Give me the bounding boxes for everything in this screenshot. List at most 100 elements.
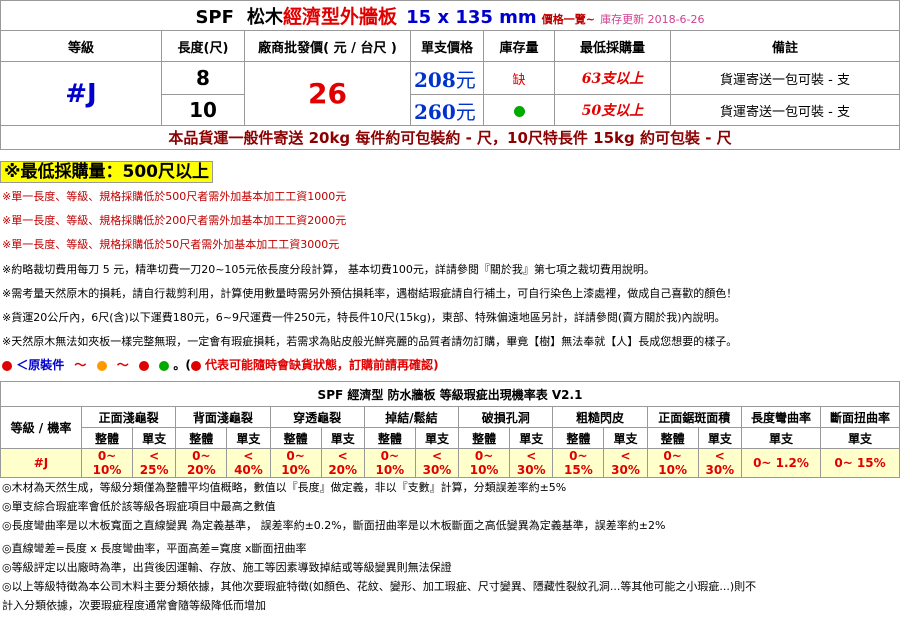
value-cell: < 25% [132,448,177,478]
header-remark: 備註 [670,30,900,62]
value-cell: < 30% [509,448,554,478]
sub-header: 整體 [269,427,322,449]
sub-header: 單支 [414,427,460,449]
length-cell: 10 [161,94,245,126]
value-cell: < 40% [226,448,271,478]
unit-price-unit: 元 [455,67,476,92]
remark-cell: 貨運寄送一包可裝 - 支 [670,61,900,95]
sub-header: 單支 [509,427,554,449]
price-header-row: 等級 長度(尺) 廠商批發價( 元 / 台尺 ) 單支價格 庫存量 最低採購量 … [0,30,900,62]
stock-cell: 缺 [483,61,555,95]
sub-header: 單支 [603,427,648,449]
wholesale-price: 26 [244,61,411,126]
header-stock: 庫存量 [483,30,555,62]
col-header: 掉結/鬆結 [363,406,460,428]
defect-sub-row: 整體 單支 整體 單支 整體 單支 整體 單支 整體 單支 整體 單支 整體 單… [1,427,900,449]
value-cell: 0~ 15% [552,448,605,478]
footnote: ◎以上等級特徵為本公司木料主要分類依據，其他次要瑕疵特徵(如顏色、花紋、變形、加… [2,580,757,593]
defect-title: SPF 經濟型 防水牆板 等級瑕疵出現機率表 V2.1 [0,381,900,407]
col-header: 正面淺龜裂 [80,406,177,428]
footnote: ◎等級評定以出廠時為準，出貨後因運輸、存放、施工等因素導致掉結或等級變異則無法保… [2,561,452,574]
unit-price-cell: 260元 [410,94,484,126]
in-stock-dot-icon [513,105,525,117]
red-note: ※單一長度、等級、規格採購低於500尺者需外加基本加工工資1000元 [2,190,347,203]
sub-header: 單支 [741,427,821,449]
col-header: 斷面扭曲率 [820,406,900,428]
value-cell: < 20% [320,448,365,478]
header-length: 長度(尺) [161,30,245,62]
col-header: 破損孔洞 [458,406,554,428]
sub-header: 整體 [552,427,605,449]
shipping-banner-text: 本品貨運一般件寄送 20kg 每件約可包裝約 - 尺，10尺特長件 15kg 約… [168,129,732,147]
sub-header: 整體 [646,427,699,449]
legend-tail: 。( [173,358,191,372]
price-table: SPF 松木經濟型外牆板 15 x 135 mm 價格一覽~ 庫存更新 2018… [0,0,900,150]
header-unit-price: 單支價格 [410,30,484,62]
red-dot-icon [2,360,12,371]
price-title: SPF 松木經濟型外牆板 15 x 135 mm 價格一覽~ 庫存更新 2018… [0,0,900,31]
red-note: ※單一長度、等級、規格採購低於200尺者需外加基本加工工資2000元 [2,214,347,227]
update-date: 庫存更新 2018-6-26 [600,13,705,26]
legend-close: ) [433,358,439,372]
header-grade: 等級 [0,30,162,62]
value-cell: 0~ 1.2% [741,448,821,478]
price-row-8: #J 8 26 208元 缺 63支以上 貨運寄送一包可裝 - 支 [0,61,900,126]
value-cell: 0~ 10% [646,448,699,478]
footnote: 計入分類依據，次要瑕疵程度通常會隨等級降低而增加 [2,599,266,612]
col-header: 正面鋸斑面積 [646,406,743,428]
sub-header: 整體 [175,427,228,449]
col-header: 穿透龜裂 [269,406,365,428]
footnote: ◎直線彎差=長度 x 長度彎曲率，平面高差=寬度 x斷面扭曲率 [2,542,307,555]
value-cell: 0~ 10% [363,448,416,478]
value-cell: 0~ 15% [820,448,900,478]
col-header: 長度彎曲率 [741,406,821,428]
min-qty-cell: 63支以上 [554,61,671,95]
note-line: ※需考量天然原木的損耗，請自行裁剪利用，計算使用數量時需另外預估損耗率，遇樹結瑕… [2,287,738,300]
size-label: 15 x 135 mm [406,7,537,28]
note-line: ※天然原木無法如夾板一樣完整無瑕，一定會有瑕疵損耗，若需求為貼皮般光鮮亮麗的品質… [2,335,738,348]
length-cell: 8 [161,61,245,95]
stock-cell [483,94,555,126]
value-cell: 0~ 10% [458,448,511,478]
sub-header: 單支 [820,427,900,449]
unit-price-cell: 208元 [410,61,484,95]
value-cell: < 30% [697,448,743,478]
sub-header: 單支 [226,427,271,449]
defect-table: SPF 經濟型 防水牆板 等級瑕疵出現機率表 V2.1 等級 / 機率 正面淺龜… [0,381,900,478]
wave-glyph: ～ [116,358,129,372]
orange-dot-icon [96,360,107,371]
footnote: ◎木材為天然生成，等級分類僅為整體平均值概略，數值以『長度』做定義，非以『支數』… [2,481,567,494]
grade-cell: #J [0,61,162,126]
sub-header: 單支 [132,427,177,449]
value-cell: 0~ 10% [269,448,322,478]
corner-cell: 等級 / 機率 [0,406,82,449]
price-title-row: SPF 松木經濟型外牆板 15 x 135 mm 價格一覽~ 庫存更新 2018… [0,0,900,31]
unit-price-value: 208 [414,67,456,92]
product-label: 經濟型外牆板 [283,6,398,28]
row-grade: #J [0,448,82,478]
value-cell: 0~ 20% [175,448,228,478]
header-min-qty: 最低採購量 [554,30,671,62]
min-qty-cell: 50支以上 [554,94,671,126]
brand-label: SPF [195,7,234,28]
sub-header: 整體 [363,427,416,449]
legend: ＜原裝件 ～ ～ 。( 代表可能隨時會缺貨狀態，訂購前請再確認) [2,356,439,373]
defect-header-row: 等級 / 機率 正面淺龜裂 背面淺龜裂 穿透龜裂 掉結/鬆結 破損孔洞 粗糙閃皮… [0,406,900,449]
col-header: 背面淺龜裂 [175,406,271,428]
shipping-banner: 本品貨運一般件寄送 20kg 每件約可包裝約 - 尺，10尺特長件 15kg 約… [0,125,900,150]
value-cell: < 30% [603,448,648,478]
defect-title-row: SPF 經濟型 防水牆板 等級瑕疵出現機率表 V2.1 [0,381,900,407]
header-wholesale: 廠商批發價( 元 / 台尺 ) [244,30,411,62]
red-note: ※單一長度、等級、規格採購低於50尺者需外加基本加工工資3000元 [2,238,340,251]
min-purchase-box: ※最低採購量：500尺以上 [0,161,214,183]
green-dot-icon [159,360,170,371]
unit-price-value: 260 [414,99,456,124]
remark-cell: 貨運寄送一包可裝 - 支 [670,94,900,126]
note-line: ※約略裁切費用每刀 5 元，精準切費一刀20~105元依長度分段計算， 基本切費… [2,263,655,276]
sub-header: 整體 [80,427,134,449]
list-label: 價格一覽~ [541,13,595,26]
red-dot-icon [138,360,149,371]
sub-header: 單支 [697,427,743,449]
wave-glyph: ～ [74,358,87,372]
sub-header: 整體 [458,427,511,449]
